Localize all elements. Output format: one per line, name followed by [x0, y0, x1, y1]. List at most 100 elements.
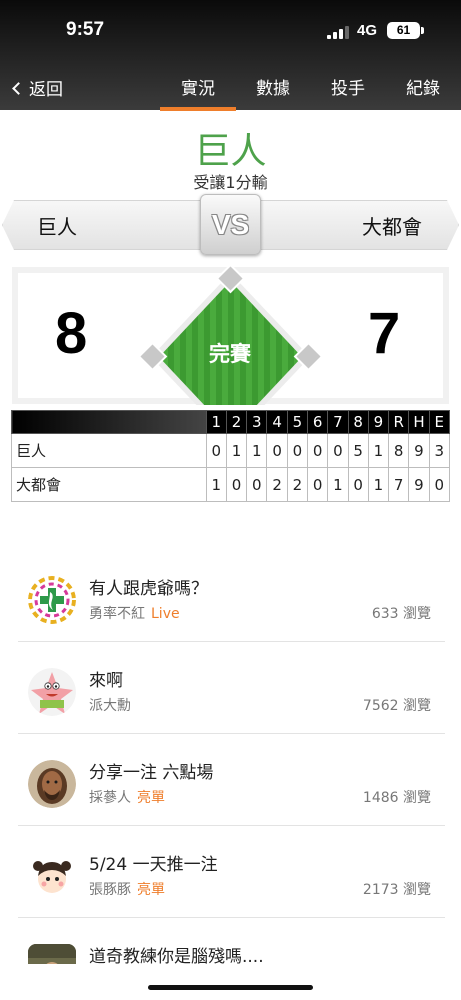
- post-title: 來啊: [89, 671, 123, 691]
- post-meta: 派大勳: [89, 695, 137, 715]
- inning-header: 1: [205, 410, 227, 434]
- linescore-row-home: 大都會 1 0 0 2 2 0 1 0 1 7 9 0: [11, 467, 451, 502]
- post-meta: 張豚豚 亮單: [89, 879, 165, 899]
- post-item[interactable]: 道奇教練你是腦殘嗎....: [18, 918, 445, 964]
- back-label: 返回: [29, 80, 63, 100]
- runs-header: R: [388, 410, 410, 434]
- flag-badge-avatar: [28, 576, 76, 624]
- post-title: 有人跟虎爺嗎？: [89, 579, 208, 599]
- away-team-bar: 巨人: [2, 200, 208, 250]
- linescore-cell: 9: [408, 467, 430, 502]
- network-label: 4G: [357, 22, 378, 39]
- portrait-avatar: [28, 760, 76, 808]
- photo-avatar: [28, 944, 76, 964]
- linescore-team: 大都會: [11, 467, 207, 502]
- home-team-name: 大都會: [362, 214, 422, 239]
- inning-header: 2: [225, 410, 248, 434]
- linescore-cell: 0: [266, 433, 288, 468]
- post-item[interactable]: 分享一注 六點場 採蔘人 亮單 1486 瀏覽: [18, 734, 445, 826]
- linescore-cell: 1: [225, 433, 248, 468]
- linescore-cell: 0: [225, 467, 248, 502]
- linescore-cell: 3: [428, 433, 451, 468]
- battery-icon: 61: [387, 22, 420, 39]
- app-header: 9:57 4G 61 返回 實況 數據 投手 紀錄: [0, 0, 461, 111]
- home-score: 7: [368, 301, 401, 366]
- post-item[interactable]: 來啊 派大勳 7562 瀏覽: [18, 642, 445, 734]
- linescore-cell: 0: [327, 433, 349, 468]
- away-team-name: 巨人: [37, 214, 77, 239]
- linescore-table: 1 2 3 4 5 6 7 8 9 R H E 巨人 0 1 1 0 0 0 0…: [11, 410, 451, 502]
- post-views: 2173 瀏覽: [362, 882, 431, 898]
- linescore-cell: 0: [286, 433, 308, 468]
- post-author: 張豚豚: [89, 882, 131, 898]
- tab-live[interactable]: 實況: [160, 74, 236, 111]
- vs-badge: VS: [200, 194, 261, 255]
- post-item[interactable]: 有人跟虎爺嗎？ 勇率不紅 Live 633 瀏覽: [18, 550, 445, 642]
- post-meta: 採蔘人 亮單: [89, 787, 165, 807]
- baseball-diamond-icon: [138, 265, 323, 405]
- linescore-cell: 1: [327, 467, 349, 502]
- tab-pitchers[interactable]: 投手: [316, 74, 380, 99]
- game-status: 完賽: [209, 342, 251, 366]
- home-indicator[interactable]: [148, 985, 313, 990]
- linescore-cell: 1: [246, 433, 268, 468]
- chevron-left-icon: [12, 81, 25, 95]
- top-nav: 返回 實況 數據 投手 紀錄: [0, 62, 461, 111]
- post-tag: Live: [151, 606, 180, 622]
- post-author: 勇率不紅: [89, 606, 145, 622]
- inning-header: 3: [246, 410, 268, 434]
- winner-label: 巨人: [194, 131, 267, 172]
- inning-header: 9: [367, 410, 390, 434]
- linescore-cell: 2: [286, 467, 308, 502]
- post-title: 分享一注 六點場: [89, 763, 214, 783]
- linescore-cell: 8: [388, 433, 410, 468]
- inning-header: 7: [327, 410, 349, 434]
- linescore-cell: 1: [367, 467, 390, 502]
- status-time: 9:57: [66, 19, 105, 40]
- post-author: 採蔘人: [89, 790, 131, 806]
- post-views: 633 瀏覽: [371, 606, 431, 622]
- linescore-team: 巨人: [11, 433, 207, 468]
- linescore-cell: 0: [347, 467, 369, 502]
- inning-header: 6: [306, 410, 329, 434]
- linescore-cell: 0: [306, 433, 329, 468]
- linescore-cell: 0: [306, 467, 329, 502]
- linescore-cell: 1: [205, 467, 227, 502]
- inning-header: 8: [347, 410, 369, 434]
- post-meta: 勇率不紅 Live: [89, 603, 180, 623]
- starfish-avatar: [28, 668, 76, 716]
- signal-icon: [327, 26, 349, 39]
- battery-tip: [421, 27, 424, 34]
- post-views: 1486 瀏覽: [362, 790, 431, 806]
- linescore-row-away: 巨人 0 1 1 0 0 0 0 5 1 8 9 3: [11, 433, 451, 468]
- linescore-cell: 7: [388, 467, 410, 502]
- cartoon-girl-avatar: [28, 852, 76, 900]
- linescore-cell: 0: [205, 433, 227, 468]
- inning-header: 4: [266, 410, 288, 434]
- tab-records[interactable]: 紀錄: [391, 74, 455, 99]
- tab-stats[interactable]: 數據: [241, 74, 305, 99]
- post-views: 7562 瀏覽: [362, 698, 431, 714]
- linescore-cell: 0: [428, 467, 451, 502]
- away-score: 8: [55, 301, 88, 366]
- home-team-bar: 大都會: [254, 200, 459, 250]
- post-tag: 亮單: [137, 790, 165, 806]
- linescore-cell: 2: [266, 467, 288, 502]
- linescore-header-row: 1 2 3 4 5 6 7 8 9 R H E: [11, 410, 451, 434]
- inning-header: 5: [286, 410, 308, 434]
- errors-header: E: [428, 410, 451, 434]
- post-author: 派大勳: [89, 698, 131, 714]
- status-bar: 9:57 4G 61: [0, 0, 461, 62]
- post-title: 5/24 一天推一注: [89, 855, 218, 875]
- linescore-cell: 0: [246, 467, 268, 502]
- bet-result-label: 受讓1分輸: [193, 173, 268, 192]
- back-button[interactable]: 返回: [12, 75, 63, 100]
- hits-header: H: [408, 410, 430, 434]
- post-title: 道奇教練你是腦殘嗎....: [89, 947, 264, 964]
- linescore-cell: 5: [347, 433, 369, 468]
- post-tag: 亮單: [137, 882, 165, 898]
- linescore-cell: 9: [408, 433, 430, 468]
- linescore-corner: [11, 410, 207, 434]
- linescore-cell: 1: [367, 433, 390, 468]
- post-item[interactable]: 5/24 一天推一注 張豚豚 亮單 2173 瀏覽: [18, 826, 445, 918]
